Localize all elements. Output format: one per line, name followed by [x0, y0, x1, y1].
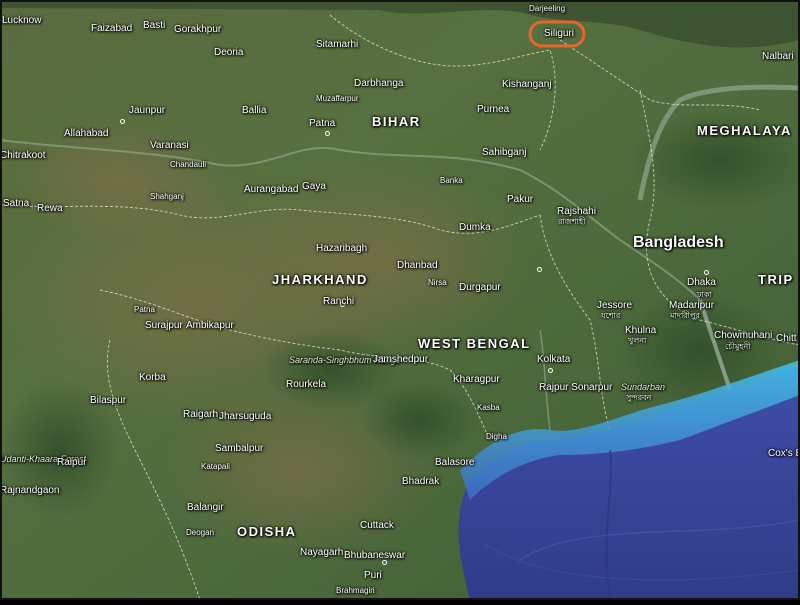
city-deoria: Deoria [214, 47, 244, 58]
city-muzaffarpur: Muzaffarpur [316, 94, 359, 103]
city-rewa: Rewa [37, 203, 63, 214]
city-marker [120, 119, 125, 124]
city-raipur: Raipur [57, 457, 87, 468]
bn-jessore: যশোর [601, 311, 621, 320]
city-raigarh: Raigarh [183, 409, 219, 420]
city-coxs-bazar: Cox's Bazar [768, 448, 800, 459]
city-rajshahi: Rajshahi [557, 206, 596, 217]
city-bhadrak: Bhadrak [402, 476, 440, 487]
city-jamshedpur: Jamshedpur [373, 354, 429, 365]
city-surajpur: Surajpur [145, 320, 183, 331]
city-ballia: Ballia [242, 105, 267, 116]
city-kasba: Kasba [477, 403, 500, 412]
city-sitamarhi: Sitamarhi [316, 39, 359, 50]
city-cuttack: Cuttack [360, 520, 394, 531]
city-gorakhpur: Gorakhpur [174, 24, 222, 35]
state-jharkhand: JHARKHAND [272, 272, 368, 287]
city-varanasi: Varanasi [150, 140, 189, 151]
city-sahibganj: Sahibganj [482, 147, 527, 158]
city-rajpur-sonarpur: Rajpur Sonarpur [539, 382, 613, 393]
city-darjeeling: Darjeeling [529, 4, 566, 13]
city-kolkata: Kolkata [537, 354, 571, 365]
city-gaya: Gaya [302, 181, 326, 192]
bn-khulna: খুলনা [628, 336, 647, 345]
city-rajnandgaon: Rajnandgaon [0, 485, 60, 496]
city-bhubaneswar: Bhubaneswar [344, 550, 406, 561]
city-nalbari: Nalbari [762, 51, 794, 62]
city-marker [704, 270, 709, 275]
city-aurangabad: Aurangabad [244, 184, 299, 195]
bn-madaripur: মাদারীপুর [670, 311, 700, 320]
satellite-map[interactable]: Lucknow Faizabad Basti Gorakhpur Deoria … [0, 0, 800, 601]
bn-sundarban: সুন্দরবন [626, 393, 652, 402]
city-sambalpur: Sambalpur [215, 443, 264, 454]
state-meghalaya: MEGHALAYA [697, 123, 792, 138]
bn-rajshahi: রাজশাহী [558, 217, 586, 226]
city-chowmuhani: Chowmuhani [714, 330, 773, 341]
city-digha: Digha [486, 432, 507, 441]
city-dhanbad: Dhanbad [397, 260, 438, 271]
city-patna-small: Patna [134, 305, 155, 314]
city-bilaspur: Bilaspur [90, 395, 127, 406]
city-purnea: Purnea [477, 104, 510, 115]
city-kishanganj: Kishanganj [502, 79, 552, 90]
city-satna: Satna [3, 198, 30, 209]
city-faizabad: Faizabad [91, 23, 133, 34]
city-siliguri: Siliguri [544, 28, 575, 39]
city-lucknow: Lucknow [2, 15, 42, 26]
city-madaripur: Madaripur [669, 300, 715, 311]
city-basti: Basti [143, 20, 166, 31]
city-hazaribagh: Hazaribagh [316, 243, 368, 254]
city-shahganj: Shahganj [150, 192, 184, 201]
city-balasore: Balasore [435, 457, 475, 468]
city-marker [548, 368, 553, 373]
city-kharagpur: Kharagpur [453, 374, 500, 385]
city-chittagong: Chitt [776, 333, 797, 344]
city-darbhanga: Darbhanga [354, 78, 404, 89]
city-khulna: Khulna [625, 325, 657, 336]
city-jessore: Jessore [597, 300, 633, 311]
city-marker [537, 267, 542, 272]
city-pakur: Pakur [507, 194, 534, 205]
feature-sundarban: Sundarban [621, 382, 666, 392]
state-tripura: TRIP [758, 272, 794, 287]
state-bihar: BIHAR [372, 114, 421, 129]
bn-chowmuhani: চৌমুহনী [725, 342, 751, 351]
city-nayagarh: Nayagarh [300, 547, 344, 558]
city-dhaka: Dhaka [687, 277, 716, 288]
city-allahabad: Allahabad [64, 128, 109, 139]
city-chitrakoot: Chitrakoot [0, 150, 46, 161]
city-nirsa: Nirsa [428, 278, 447, 287]
city-rourkela: Rourkela [286, 379, 327, 390]
city-dumka: Dumka [459, 222, 491, 233]
city-deogan: Deogan [186, 528, 215, 537]
country-bangladesh: Bangladesh [633, 234, 724, 251]
city-marker [325, 131, 330, 136]
bn-dhaka: ঢাকা [697, 290, 712, 299]
city-banka: Banka [440, 176, 463, 185]
state-west-bengal: WEST BENGAL [418, 336, 531, 351]
city-jharsuguda: Jharsuguda [219, 411, 272, 422]
city-patna: Patna [309, 118, 336, 129]
state-odisha: ODISHA [237, 524, 297, 539]
city-brahmagiri: Brahmagiri [336, 586, 375, 595]
city-balangir: Balangir [187, 502, 224, 513]
city-jaunpur: Jaunpur [129, 105, 166, 116]
city-katapali: Katapali [201, 462, 230, 471]
city-korba: Korba [139, 372, 166, 383]
city-ranchi: Ranchi [323, 296, 355, 307]
city-puri: Puri [364, 570, 382, 581]
city-ambikapur: Ambikapur [186, 320, 234, 331]
city-durgapur: Durgapur [459, 282, 501, 293]
city-chandauli: Chandauli [170, 160, 207, 169]
